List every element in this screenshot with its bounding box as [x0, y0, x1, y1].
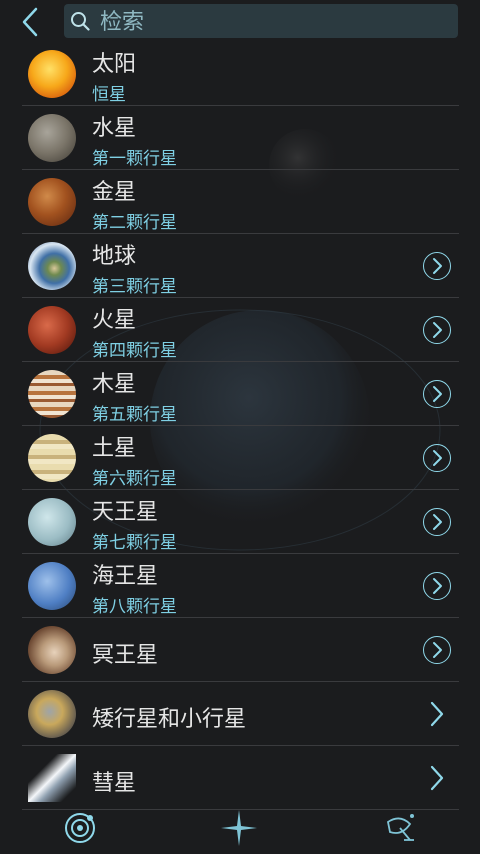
celestial-body-list: 太阳恒星水星第一颗行星金星第二颗行星地球第三颗行星火星第四颗行星木星第五颗行星土… [22, 42, 459, 810]
item-subtitle: 第四颗行星 [92, 341, 177, 361]
item-name: 火星 [92, 308, 137, 333]
list-item-neptune[interactable]: 海王星 第八颗行星 [22, 554, 459, 618]
mars-thumbnail [28, 306, 76, 354]
list-item-sun[interactable]: 太阳 恒星 [22, 42, 459, 106]
item-subtitle: 第一颗行星 [92, 149, 177, 169]
chevron-right-icon[interactable] [427, 700, 447, 728]
list-item-venus[interactable]: 金星 第二颗行星 [22, 170, 459, 234]
item-subtitle: 第三颗行星 [92, 277, 177, 297]
circle-arrow-icon[interactable] [423, 444, 451, 472]
item-subtitle: 第二颗行星 [92, 213, 177, 233]
item-name: 矮行星和小行星 [92, 707, 247, 732]
circle-arrow-icon[interactable] [423, 636, 451, 664]
circle-arrow-icon[interactable] [423, 572, 451, 600]
chevron-right-icon[interactable] [427, 764, 447, 792]
list-item-earth[interactable]: 地球 第三颗行星 [22, 234, 459, 298]
list-item-jupiter[interactable]: 木星 第五颗行星 [22, 362, 459, 426]
uranus-thumbnail [28, 498, 76, 546]
item-name: 地球 [92, 244, 137, 269]
bottom-nav [0, 800, 480, 854]
nav-stars-button[interactable] [219, 808, 259, 848]
dwarf-thumbnail [28, 690, 76, 738]
jupiter-thumbnail [28, 370, 76, 418]
nav-satellite-button[interactable] [380, 808, 420, 848]
item-name: 土星 [92, 436, 137, 461]
item-name: 木星 [92, 372, 137, 397]
satellite-icon [386, 814, 414, 841]
item-subtitle: 恒星 [92, 85, 126, 105]
item-name: 冥王星 [92, 643, 159, 668]
circle-arrow-icon[interactable] [423, 380, 451, 408]
pluto-thumbnail [28, 626, 76, 674]
list-item-saturn[interactable]: 土星 第六颗行星 [22, 426, 459, 490]
top-bar [0, 0, 480, 42]
item-name: 海王星 [92, 564, 159, 589]
nav-solar-system-button[interactable] [60, 808, 100, 848]
list-item-pluto[interactable]: 冥王星 [22, 618, 459, 682]
back-arrow-icon [22, 7, 38, 37]
item-name: 天王星 [92, 500, 159, 525]
back-button[interactable] [14, 6, 48, 38]
solar-system-icon [65, 813, 95, 843]
comet-thumbnail [28, 754, 76, 802]
mercury-thumbnail [28, 114, 76, 162]
item-subtitle: 第七颗行星 [92, 533, 177, 553]
list-item-mars[interactable]: 火星 第四颗行星 [22, 298, 459, 362]
sun-thumbnail [28, 50, 76, 98]
star-sparkle-icon [221, 810, 257, 846]
list-item-dwarf[interactable]: 矮行星和小行星 [22, 682, 459, 746]
item-subtitle: 第五颗行星 [92, 405, 177, 425]
venus-thumbnail [28, 178, 76, 226]
circle-arrow-icon[interactable] [423, 316, 451, 344]
item-subtitle: 第六颗行星 [92, 469, 177, 489]
list-item-uranus[interactable]: 天王星 第七颗行星 [22, 490, 459, 554]
search-bar[interactable] [64, 4, 458, 40]
item-name: 彗星 [92, 771, 137, 796]
item-name: 太阳 [92, 52, 137, 77]
item-name: 金星 [92, 180, 137, 205]
list-item-mercury[interactable]: 水星 第一颗行星 [22, 106, 459, 170]
circle-arrow-icon[interactable] [423, 252, 451, 280]
search-input[interactable] [98, 4, 452, 40]
earth-thumbnail [28, 242, 76, 290]
saturn-thumbnail [28, 434, 76, 482]
neptune-thumbnail [28, 562, 76, 610]
item-subtitle: 第八颗行星 [92, 597, 177, 617]
circle-arrow-icon[interactable] [423, 508, 451, 536]
item-name: 水星 [92, 116, 137, 141]
search-icon [71, 12, 90, 31]
